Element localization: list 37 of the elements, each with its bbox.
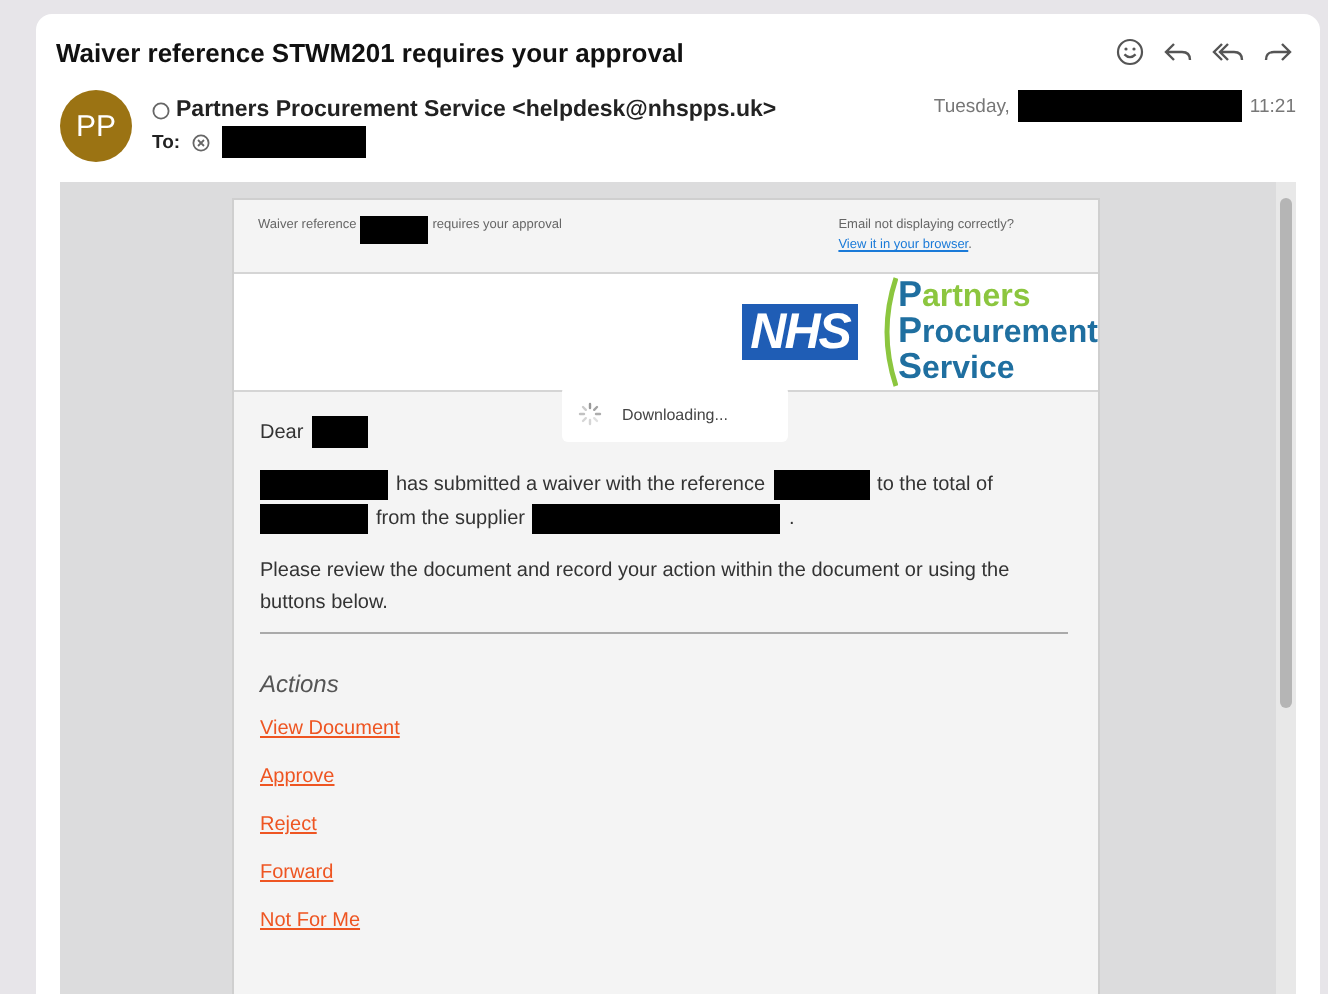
date-text: Tuesday,: [933, 95, 1010, 117]
scrollbar-thumb[interactable]: [1280, 198, 1292, 708]
body-text: from the supplier: [376, 508, 525, 530]
sender-avatar: PP: [60, 90, 132, 162]
nhs-logo: NHS: [742, 304, 858, 360]
redaction-bar: [260, 470, 388, 500]
action-link[interactable]: View Document: [260, 718, 400, 740]
spinner-icon: [578, 402, 602, 426]
actions-heading: Actions: [260, 670, 341, 698]
sender-name: Partners Procurement Service <helpdesk@nhspps.uk>: [176, 98, 777, 122]
arc-icon: [881, 276, 898, 388]
body-text: .: [788, 508, 795, 530]
logo-text: Procurement: [897, 314, 1098, 350]
redaction-bar: [311, 416, 368, 448]
body-text: has submitted a waiver with the reference: [396, 474, 766, 496]
date-text: 11:21: [1249, 95, 1296, 117]
action-link[interactable]: Not For Me: [260, 910, 361, 932]
email-subject: Waiver reference STWM201 requires your approval: [56, 37, 684, 67]
emoji-icon[interactable]: [1116, 38, 1144, 66]
redaction-bar: [360, 216, 429, 244]
remove-recipient-icon: [192, 133, 211, 151]
action-link[interactable]: Approve: [260, 766, 335, 788]
body-text: to the total of: [877, 474, 993, 496]
toast-text: Downloading...: [622, 405, 728, 423]
action-link[interactable]: Reject: [260, 814, 317, 836]
reply-icon[interactable]: [1164, 40, 1192, 64]
status-circle-icon: [152, 101, 170, 119]
redaction-bar: [773, 470, 870, 500]
redaction-bar: [260, 504, 368, 534]
forward-icon[interactable]: [1264, 40, 1292, 64]
action-link[interactable]: Forward: [260, 862, 334, 884]
logo-text: Partners: [897, 278, 1033, 314]
greeting-text: Dear: [260, 421, 304, 443]
logo-text: Service: [897, 350, 1017, 386]
to-label: To:: [152, 131, 181, 153]
reply-all-icon[interactable]: [1212, 40, 1244, 64]
instructions-text: Please review the document and record your action within the document or using the buttons below.: [260, 558, 1012, 618]
